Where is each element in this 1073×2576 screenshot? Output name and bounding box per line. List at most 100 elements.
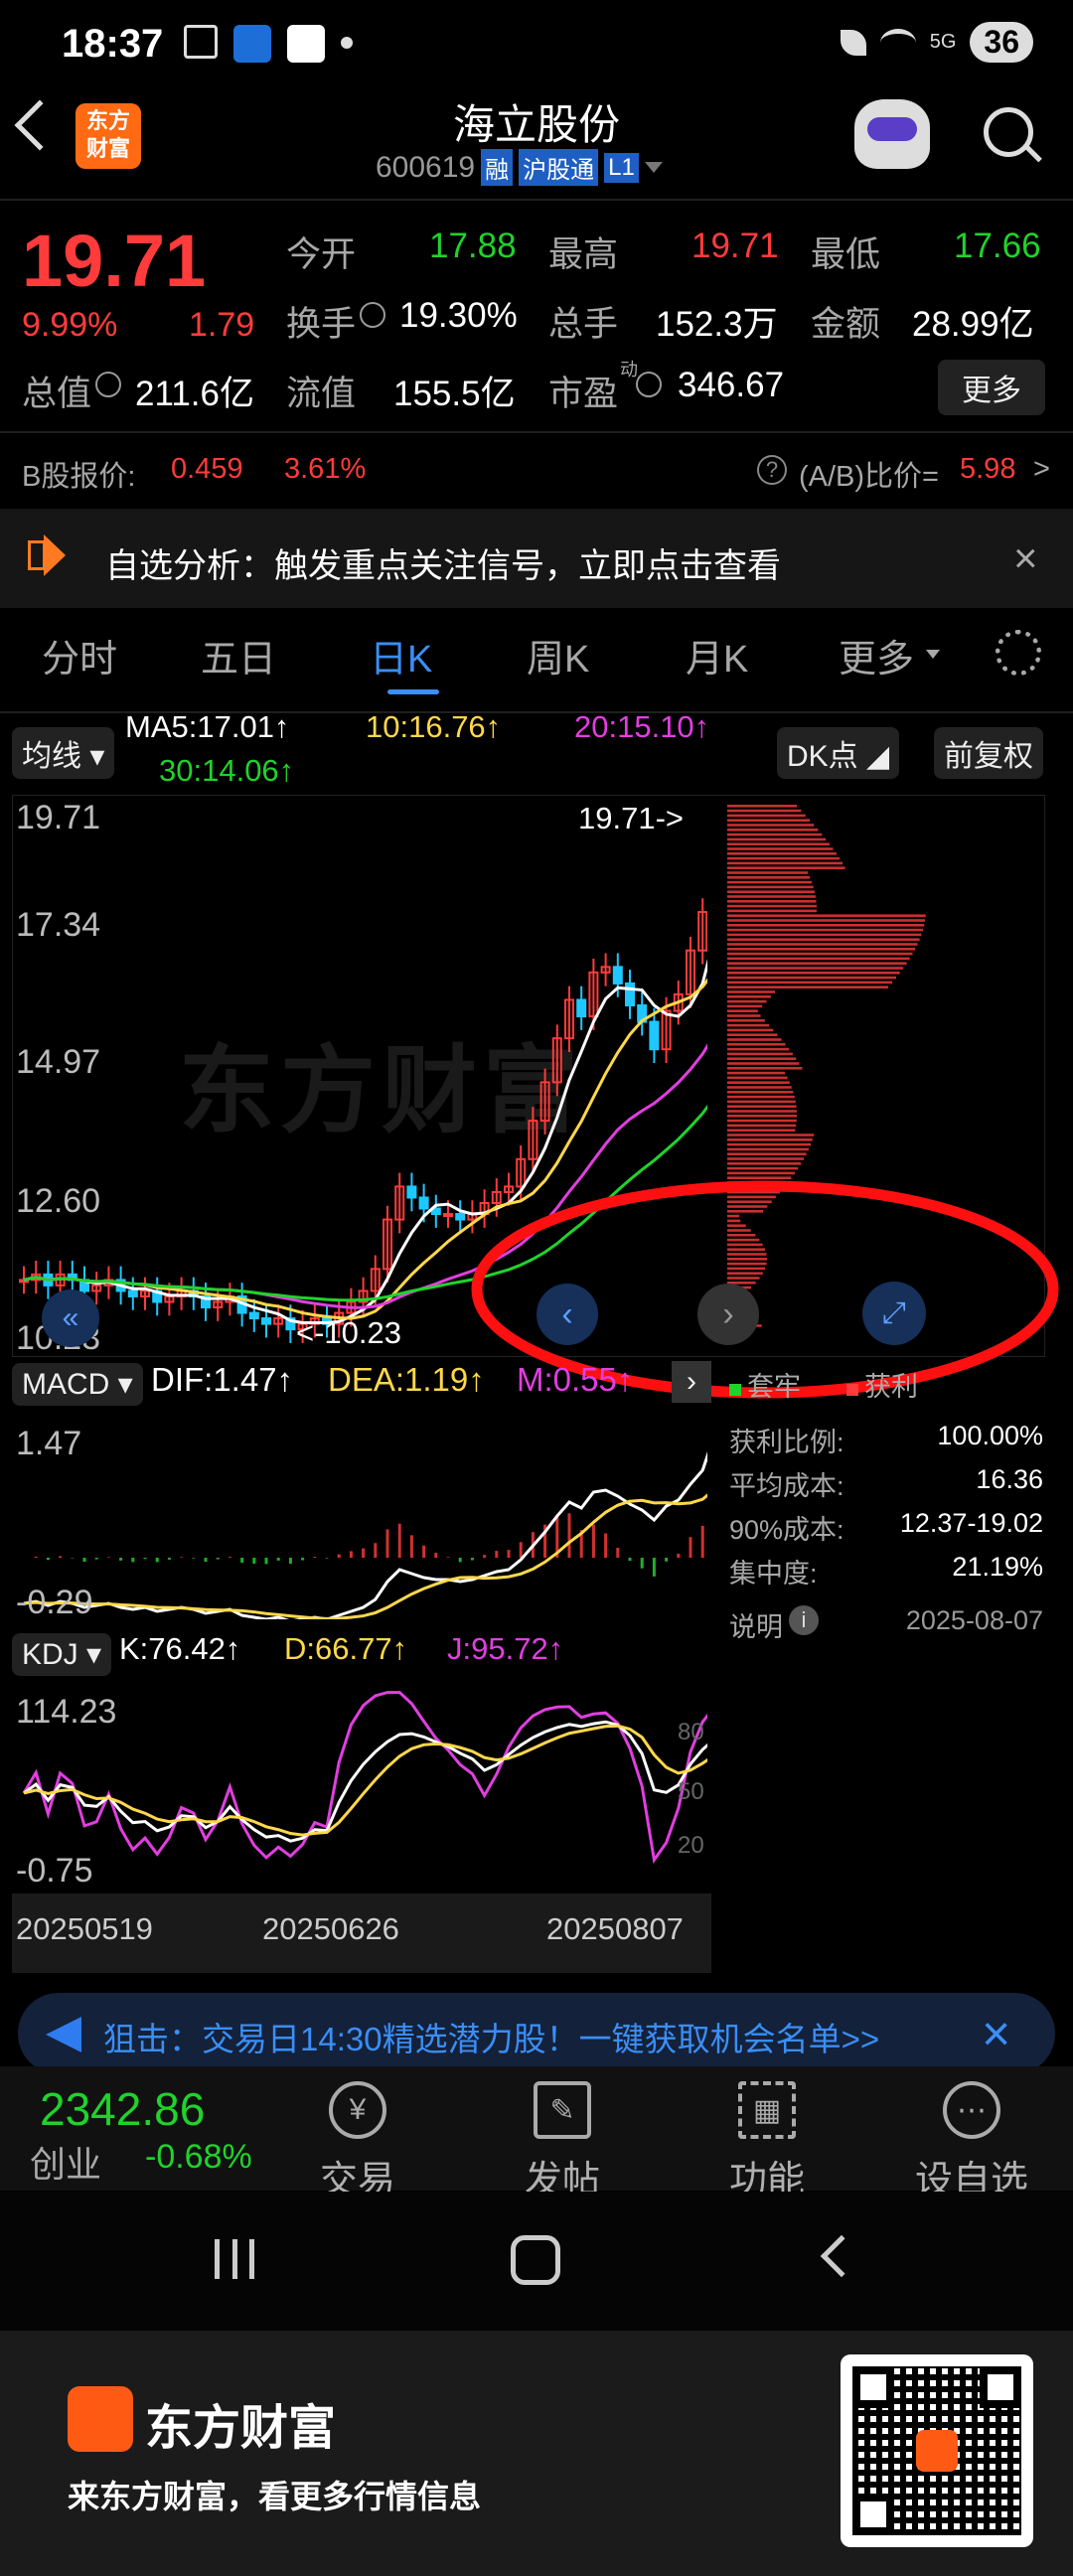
connect-badge: 沪股通	[519, 149, 599, 186]
chip-bar	[727, 1162, 802, 1165]
volume-label: 总手	[548, 305, 619, 344]
app-icon	[233, 25, 271, 63]
high-value: 19.71	[691, 227, 779, 265]
chip-bar	[727, 885, 814, 889]
ma-selector[interactable]: 均线 ▾	[12, 727, 115, 779]
chip-bar	[727, 895, 816, 898]
kdj-line	[22, 1691, 707, 1865]
more-button[interactable]: 更多	[938, 360, 1045, 415]
watchlist-button[interactable]: ⋯ 设自选	[892, 2081, 1051, 2203]
date-x2: 20250626	[262, 1911, 399, 1946]
adjust-button[interactable]: 前复权	[934, 727, 1043, 779]
chip-bar	[727, 1019, 765, 1022]
ad-text[interactable]: 狙击：交易日14:30精选潜力股！一键获取机会名单>>	[103, 2013, 938, 2060]
amount-label: 金额	[811, 305, 881, 344]
legend-profit-label: 获利	[864, 1372, 918, 1402]
tab-monthly[interactable]: 月K	[686, 628, 748, 682]
open-label: 今开	[286, 235, 357, 274]
kdj-selector[interactable]: KDJ ▾	[12, 1633, 112, 1676]
robot-face-icon	[867, 117, 917, 141]
chip-bar	[727, 1052, 793, 1056]
macd-selector[interactable]: MACD ▾	[12, 1363, 143, 1406]
chip-bar	[727, 1138, 813, 1141]
chip-bar	[727, 1043, 786, 1046]
qr-code[interactable]	[841, 2354, 1033, 2547]
info-icon[interactable]	[360, 302, 385, 328]
stock-code-row[interactable]: 600619 融 沪股通 L1	[376, 149, 663, 186]
chip-bar	[727, 1062, 800, 1065]
trade-button[interactable]: ¥ 交易	[278, 2081, 437, 2203]
recent-apps-icon[interactable]	[215, 2239, 254, 2279]
post-button[interactable]: ✎ 发帖	[483, 2081, 642, 2203]
chip-bar	[727, 1086, 792, 1089]
bshare-pct: 3.61%	[284, 453, 367, 485]
avg-cost-label: 平均成本:	[729, 1471, 844, 1501]
stock-code: 600619	[376, 150, 476, 184]
nav-prev-icon[interactable]: ‹	[536, 1284, 598, 1345]
explain-link[interactable]: 说明	[729, 1605, 783, 1644]
dk-button[interactable]: DK点 ◢	[777, 727, 900, 779]
index-name: 创业	[30, 2144, 102, 2185]
notice-text[interactable]: 自选分析：触发重点关注信号，立即点击查看	[105, 538, 781, 587]
pe-value: 346.67	[678, 366, 785, 404]
home-icon[interactable]	[511, 2235, 560, 2285]
chip-bar	[727, 809, 802, 813]
brand-logo-icon	[68, 2386, 133, 2452]
caret-down-icon	[926, 650, 940, 659]
chip-bar	[727, 1110, 797, 1113]
kdj-y2: -0.75	[16, 1852, 93, 1890]
chip-bar	[727, 805, 797, 808]
help-icon[interactable]: ?	[757, 455, 787, 485]
dk-label: DK点	[787, 740, 858, 773]
macd-y1: 1.47	[16, 1425, 82, 1462]
chip-bar	[727, 819, 810, 822]
chevron-right-icon[interactable]: >	[1033, 453, 1050, 486]
settings-gear-icon[interactable]	[996, 630, 1041, 676]
info-icon[interactable]	[636, 372, 662, 397]
chip-bar	[727, 1157, 805, 1160]
close-icon[interactable]: ×	[982, 2005, 1010, 2062]
chip-bar	[727, 1100, 796, 1104]
chip-bar	[727, 1023, 770, 1027]
nav-left-icon[interactable]: «	[42, 1289, 99, 1347]
kdj-ref-20: 20	[678, 1832, 704, 1859]
index-value[interactable]: 2342.86	[40, 2082, 205, 2136]
robot-avatar[interactable]	[854, 99, 930, 169]
fullscreen-icon[interactable]: ⤢	[862, 1282, 926, 1345]
close-icon[interactable]: ×	[1013, 534, 1038, 582]
macd-dif: DIF:1.47↑	[151, 1361, 294, 1398]
candle-body	[649, 1020, 660, 1051]
tab-daily[interactable]: 日K	[370, 628, 432, 682]
tab-weekly[interactable]: 周K	[527, 628, 589, 682]
concentration-value: 21.19%	[952, 1552, 1043, 1582]
tab-five-day[interactable]: 五日	[201, 628, 276, 682]
pe-superscript: 动	[620, 360, 638, 379]
chip-bar	[727, 1028, 774, 1032]
cost90-label: 90%成本:	[729, 1515, 844, 1545]
chip-bar	[727, 924, 925, 927]
chip-bar	[727, 852, 837, 855]
info-icon[interactable]	[95, 372, 121, 397]
expand-arrow-icon[interactable]: ›	[672, 1361, 711, 1403]
chip-bar	[727, 976, 896, 980]
tab-more[interactable]: 更多	[839, 628, 914, 682]
legend-profit: 获利	[846, 1365, 918, 1404]
macd-svg	[23, 1451, 707, 1619]
info-icon[interactable]: i	[789, 1605, 819, 1635]
pe-label: 市盈	[548, 375, 619, 413]
candle-body	[443, 1213, 453, 1218]
function-button[interactable]: ▦ 功能	[688, 2081, 846, 2203]
kdj-line	[23, 1720, 707, 1843]
wifi-icon	[879, 28, 916, 57]
battery-badge: 36	[970, 22, 1033, 63]
macd-y2: -0.29	[16, 1584, 93, 1621]
macd-dea: DEA:1.19↑	[328, 1361, 485, 1398]
chip-bar	[727, 880, 813, 884]
nav-next-icon[interactable]: ›	[697, 1284, 759, 1345]
candle-body	[406, 1185, 417, 1199]
tab-intraday[interactable]: 分时	[42, 628, 117, 682]
top-price-mark: 19.71->	[578, 801, 685, 835]
mcap-value: 211.6亿	[135, 375, 254, 413]
low-price-mark: <-10.23	[296, 1315, 402, 1350]
candle-body	[248, 1311, 259, 1320]
